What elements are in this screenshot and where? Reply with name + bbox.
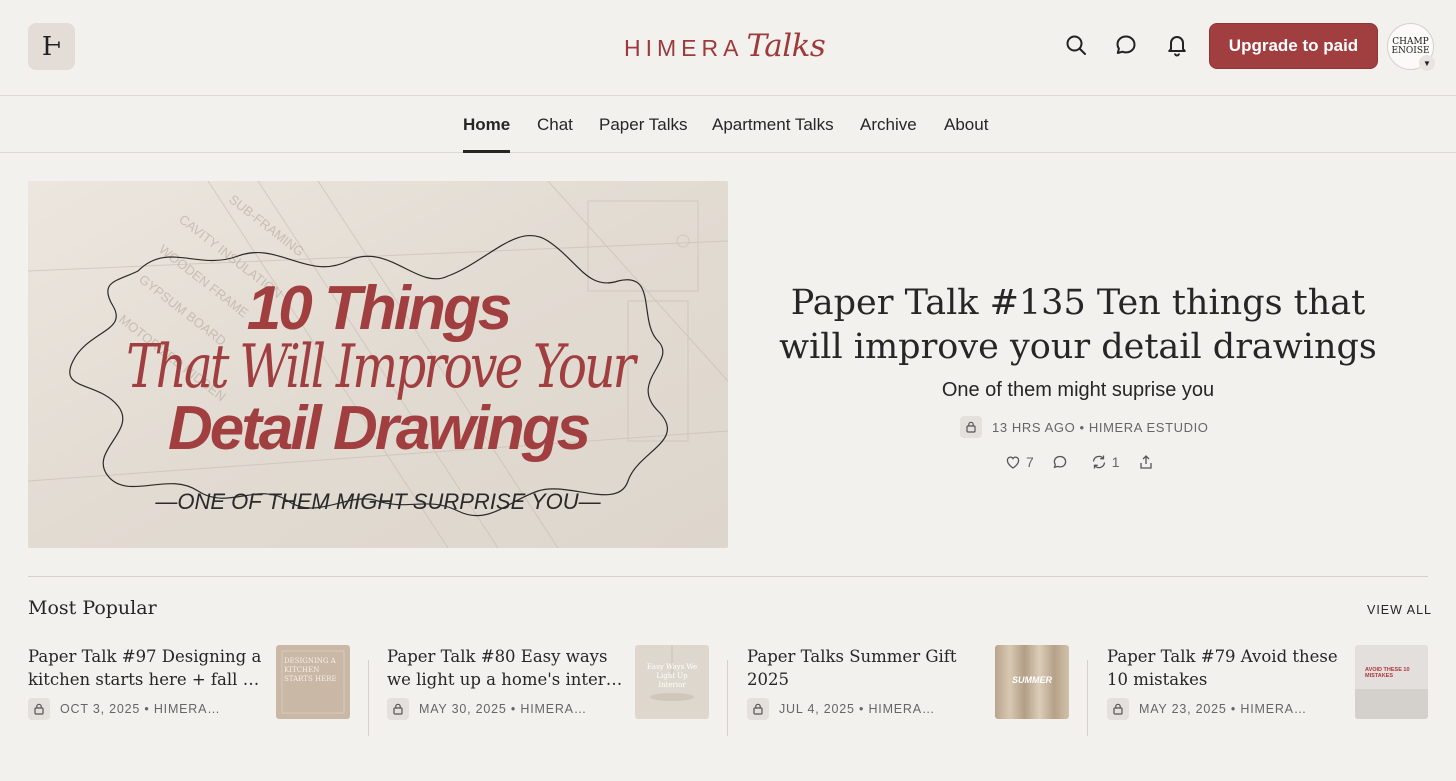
popular-post-title-line2: 2025 bbox=[747, 670, 789, 689]
popular-post-card[interactable]: Paper Talk #79 Avoid these 10 mistakes M… bbox=[1107, 645, 1447, 737]
lock-icon bbox=[960, 416, 982, 438]
popular-post-title[interactable]: Paper Talk #79 Avoid these 10 mistakes bbox=[1107, 645, 1343, 691]
thumb-caption: Easy Ways We Light Up Interior bbox=[646, 663, 698, 689]
site-header: Ⱶ HIMERA Talks Upgrade to paid CHAMP ENO… bbox=[0, 0, 1456, 96]
hero-post-subtitle: One of them might suprise you bbox=[941, 379, 1215, 401]
hero-image-line3: Detail Drawings bbox=[168, 394, 590, 463]
tab-home-label: Home bbox=[463, 115, 511, 134]
lock-icon bbox=[28, 698, 50, 720]
thumb-caption: DESIGNING A KITCHEN STARTS HERE bbox=[284, 657, 337, 683]
popular-post-meta: OCT 3, 2025 • HIMERA… bbox=[28, 698, 221, 720]
comment-button[interactable] bbox=[1052, 454, 1073, 470]
card-separator bbox=[727, 660, 728, 736]
popular-post-card[interactable]: Paper Talks Summer Gift 2025 JUL 4, 2025… bbox=[747, 645, 1087, 737]
brand-script-text: Talks bbox=[746, 28, 826, 64]
tab-apartment-talks[interactable]: Apartment Talks bbox=[712, 97, 834, 153]
popular-post-card[interactable]: Paper Talk #80 Easy ways we light up a h… bbox=[387, 645, 727, 737]
popular-post-thumbnail[interactable]: AVOID THESE 10 MISTAKES bbox=[1355, 645, 1428, 719]
popular-post-title[interactable]: Paper Talk #97 Designing a kitchen start… bbox=[28, 645, 264, 691]
hero-post-title[interactable]: Paper Talk #135 Ten things that will imp… bbox=[760, 281, 1396, 369]
popular-post-thumbnail[interactable]: DESIGNING A KITCHEN STARTS HERE bbox=[276, 645, 350, 719]
thumb-caption: AVOID THESE 10 MISTAKES bbox=[1365, 667, 1410, 679]
popular-post-title-line2: we light up a home's interior bbox=[387, 670, 623, 689]
search-icon[interactable] bbox=[1064, 33, 1088, 57]
share-button[interactable] bbox=[1138, 454, 1159, 470]
view-all-link[interactable]: VIEW ALL bbox=[1367, 603, 1432, 617]
popular-post-meta-text: JUL 4, 2025 • HIMERA… bbox=[779, 702, 936, 716]
restack-count: 1 bbox=[1111, 454, 1120, 470]
tab-home[interactable]: Home bbox=[463, 97, 511, 153]
popular-post-meta-text: MAY 23, 2025 • HIMERA… bbox=[1139, 702, 1308, 716]
restack-button[interactable]: 1 bbox=[1091, 454, 1120, 470]
popular-post-thumbnail[interactable]: SUMMER bbox=[995, 645, 1069, 719]
tab-paper-talks[interactable]: Paper Talks bbox=[599, 97, 688, 153]
popular-post-card[interactable]: Paper Talk #97 Designing a kitchen start… bbox=[28, 645, 368, 737]
chat-icon[interactable] bbox=[1114, 33, 1138, 57]
brand-main-text: HIMERA bbox=[624, 35, 744, 61]
hero-meta-text: 13 HRS AGO • HIMERA ESTUDIO bbox=[992, 419, 1209, 435]
active-tab-indicator bbox=[463, 150, 511, 153]
popular-post-meta: JUL 4, 2025 • HIMERA… bbox=[747, 698, 935, 720]
hero-image-tagline: —ONE OF THEM MIGHT SURPRISE YOU— bbox=[154, 489, 601, 514]
avatar-text-bottom: ENOISE bbox=[1391, 45, 1430, 56]
like-count: 7 bbox=[1026, 454, 1034, 470]
caret-down-icon[interactable]: ▼ bbox=[1419, 55, 1435, 71]
popular-post-thumbnail[interactable]: Easy Ways We Light Up Interior bbox=[635, 645, 709, 719]
popular-post-title-line1: Paper Talk #97 Designing a bbox=[28, 647, 262, 666]
share-icon bbox=[1139, 455, 1152, 469]
comment-icon bbox=[1053, 455, 1067, 469]
tab-archive[interactable]: Archive bbox=[860, 97, 917, 153]
upgrade-button[interactable]: Upgrade to paid bbox=[1209, 23, 1378, 69]
popular-post-title[interactable]: Paper Talks Summer Gift 2025 bbox=[747, 645, 983, 691]
section-divider bbox=[28, 576, 1428, 577]
hero-post-meta: 13 HRS AGO • HIMERA ESTUDIO bbox=[960, 416, 1209, 438]
tab-chat[interactable]: Chat bbox=[537, 97, 573, 153]
popular-post-title-line1: Paper Talks Summer Gift bbox=[747, 647, 957, 666]
lock-icon bbox=[387, 698, 409, 720]
tab-about[interactable]: About bbox=[944, 97, 988, 153]
thumb-caption: SUMMER bbox=[1012, 675, 1052, 685]
popular-post-meta-text: OCT 3, 2025 • HIMERA… bbox=[60, 702, 221, 716]
heart-icon bbox=[1006, 456, 1020, 469]
restack-icon bbox=[1092, 455, 1105, 469]
bell-icon[interactable] bbox=[1165, 33, 1189, 57]
brand-wordmark[interactable]: HIMERA Talks bbox=[624, 22, 826, 70]
lock-icon bbox=[1107, 698, 1129, 720]
card-separator bbox=[1087, 660, 1088, 736]
popular-post-title-line1: Paper Talk #80 Easy ways bbox=[387, 647, 608, 666]
section-nav: Home Chat Paper Talks Apartment Talks Ar… bbox=[0, 97, 1456, 153]
most-popular-heading: Most Popular bbox=[28, 597, 157, 619]
hero-image-art: SUB-FRAMING CAVITY INSULATION WOODEN FRA… bbox=[28, 181, 728, 548]
like-button[interactable]: 7 bbox=[1005, 454, 1034, 470]
popular-post-title-line2: 10 mistakes bbox=[1107, 670, 1208, 689]
popular-post-title-line1: Paper Talk #79 Avoid these bbox=[1107, 647, 1338, 666]
popular-post-meta: MAY 23, 2025 • HIMERA… bbox=[1107, 698, 1307, 720]
hero-post-image[interactable]: SUB-FRAMING CAVITY INSULATION WOODEN FRA… bbox=[28, 181, 728, 548]
card-separator bbox=[368, 660, 369, 736]
hero-post-actions: 7 1 bbox=[1005, 452, 1177, 472]
popular-post-title[interactable]: Paper Talk #80 Easy ways we light up a h… bbox=[387, 645, 623, 691]
publication-logo[interactable]: Ⱶ bbox=[28, 23, 75, 70]
popular-post-meta: MAY 30, 2025 • HIMERA… bbox=[387, 698, 587, 720]
hero-image-line2: That Will Improve Your bbox=[126, 332, 638, 401]
lock-icon bbox=[747, 698, 769, 720]
popular-post-title-line2: kitchen starts here + fall gi… bbox=[28, 670, 264, 689]
popular-post-meta-text: MAY 30, 2025 • HIMERA… bbox=[419, 702, 588, 716]
